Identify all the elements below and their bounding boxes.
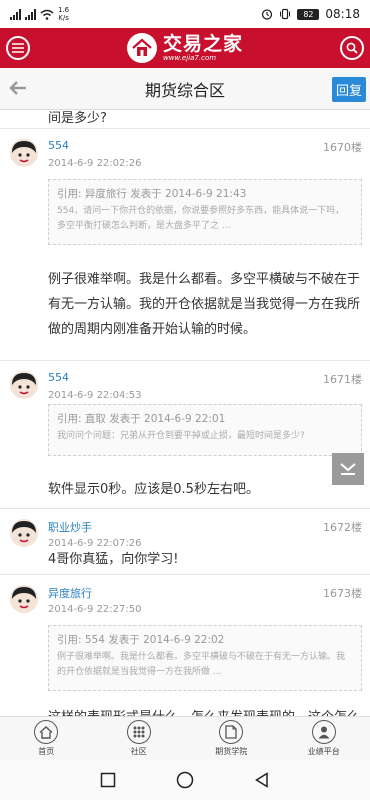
post-item: 职业炒手 1672楼 2014-6-9 22:07:26 4哥你真猛，向你学习!: [0, 508, 370, 574]
page-title-bar: 期货综合区 回复: [0, 68, 370, 110]
search-button[interactable]: [340, 36, 364, 60]
post-body: 这样的表现形式是什么，怎么来发现表现的，这个怎么...: [48, 705, 360, 716]
quote-block: 引用: 异度旅行 发表于 2014-6-9 21:43 554，请问一下你开仓的…: [48, 179, 362, 245]
username[interactable]: 职业炒手: [48, 519, 92, 535]
search-icon: [346, 42, 358, 54]
avatar[interactable]: [10, 585, 38, 613]
vibrate-icon: [280, 8, 291, 20]
alarm-icon: [262, 9, 273, 20]
tab-academy[interactable]: 期货学院: [185, 717, 278, 760]
tab-label: 期货学院: [215, 747, 248, 756]
brand-name: 交易之家: [162, 33, 243, 55]
post-item: 554 1670楼 2014-6-9 22:02:26 引用: 异度旅行 发表于…: [0, 128, 370, 360]
floor-number: 1672楼: [323, 521, 362, 534]
post-time: 2014-6-9 22:27:50: [48, 604, 142, 615]
username[interactable]: 554: [48, 371, 69, 384]
net-speed: 1.6 K/s: [58, 6, 70, 22]
signal-icon: [25, 8, 36, 20]
quote-header: 引用: 直取 发表于 2014-6-9 22:01: [57, 413, 226, 425]
tab-home[interactable]: 首页: [0, 717, 93, 760]
quote-header: 引用: 554 发表于 2014-6-9 22:02: [57, 634, 225, 646]
document-icon: [219, 720, 244, 744]
page-title: 期货综合区: [144, 80, 225, 100]
post-time: 2014-6-9 22:02:26: [48, 158, 142, 169]
clock: 08:18: [325, 7, 360, 21]
wifi-icon: [40, 9, 54, 20]
post-body: 软件显示0秒。应该是0.5秒左右吧。: [48, 482, 259, 497]
quote-block: 引用: 554 发表于 2014-6-9 22:02 例子很难举啊。我是什么都看…: [48, 625, 362, 691]
app-header: 交易之家 www.ejia7.com: [0, 28, 370, 68]
status-bar: 1.6 K/s 82 08:18: [0, 0, 370, 28]
chevron-down-icon: [340, 463, 356, 475]
reply-button[interactable]: 回复: [332, 77, 366, 102]
system-nav-bar: [0, 760, 370, 800]
signal-icon: [10, 8, 21, 20]
post-item: 554 1671楼 2014-6-9 22:04:53 引用: 直取 发表于 2…: [0, 360, 370, 508]
tab-label: 业绩平台: [307, 747, 340, 756]
post-body: 例子很难举啊。我是什么都看。多空平横破与不破在于有无一方认输。我的开仓依据就是当…: [48, 272, 361, 337]
previous-post-fragment: 间是多少?: [48, 111, 107, 126]
back-arrow-icon: [9, 81, 26, 95]
username[interactable]: 554: [48, 139, 69, 152]
tab-label: 社区: [130, 747, 147, 756]
menu-button[interactable]: [6, 36, 30, 60]
avatar[interactable]: [10, 371, 38, 399]
menu-icon: [12, 43, 24, 53]
tab-community[interactable]: 社区: [93, 717, 186, 760]
quote-header: 引用: 异度旅行 发表于 2014-6-9 21:43: [57, 188, 247, 200]
username[interactable]: 异度旅行: [48, 585, 92, 601]
post-item: 异度旅行 1673楼 2014-6-9 22:27:50 引用: 554 发表于…: [0, 574, 370, 716]
brand-logo: 交易之家 www.ejia7.com: [126, 33, 243, 63]
post-time: 2014-6-9 22:04:53: [48, 390, 142, 401]
quote-text: 我问问个问题：兄弟从开仓到要平掉或止损，最短时间是多少?: [57, 431, 305, 441]
scroll-down-button[interactable]: [332, 453, 364, 485]
house-logo-icon: [126, 33, 157, 63]
back-triangle-icon[interactable]: [254, 772, 270, 788]
quote-text: 554，请问一下你开仓的依据，你说要参照好多东西，能具体说一下吗，多空平衡打破怎…: [57, 206, 345, 231]
home-circle-icon[interactable]: [176, 771, 194, 789]
tab-label: 首页: [38, 747, 55, 756]
floor-number: 1670楼: [323, 141, 362, 154]
recent-apps-icon[interactable]: [100, 772, 116, 788]
battery-icon: 82: [297, 8, 320, 20]
tab-performance[interactable]: 业绩平台: [278, 717, 370, 760]
post-body: 4哥你真猛，向你学习!: [48, 552, 179, 567]
back-button[interactable]: [8, 78, 28, 102]
floor-number: 1671楼: [323, 373, 362, 386]
user-icon: [311, 720, 336, 744]
quote-text: 例子很难举啊。我是什么都看。多空平横破与不破在于有无一方认输。我的开仓依据就是当…: [57, 652, 346, 677]
thread-content[interactable]: 间是多少? 554 1670楼 2014-6-9 22:02:26 引用: 异度…: [0, 110, 370, 716]
community-icon: [126, 720, 151, 744]
quote-block: 引用: 直取 发表于 2014-6-9 22:01 我问问个问题：兄弟从开仓到要…: [48, 404, 362, 456]
brand-url: www.ejia7.com: [162, 54, 217, 62]
home-icon: [34, 720, 59, 744]
floor-number: 1673楼: [323, 587, 362, 600]
bottom-tab-bar: 首页 社区 期货学院 业绩平台: [0, 716, 370, 760]
avatar[interactable]: [10, 519, 38, 547]
avatar[interactable]: [10, 139, 38, 167]
